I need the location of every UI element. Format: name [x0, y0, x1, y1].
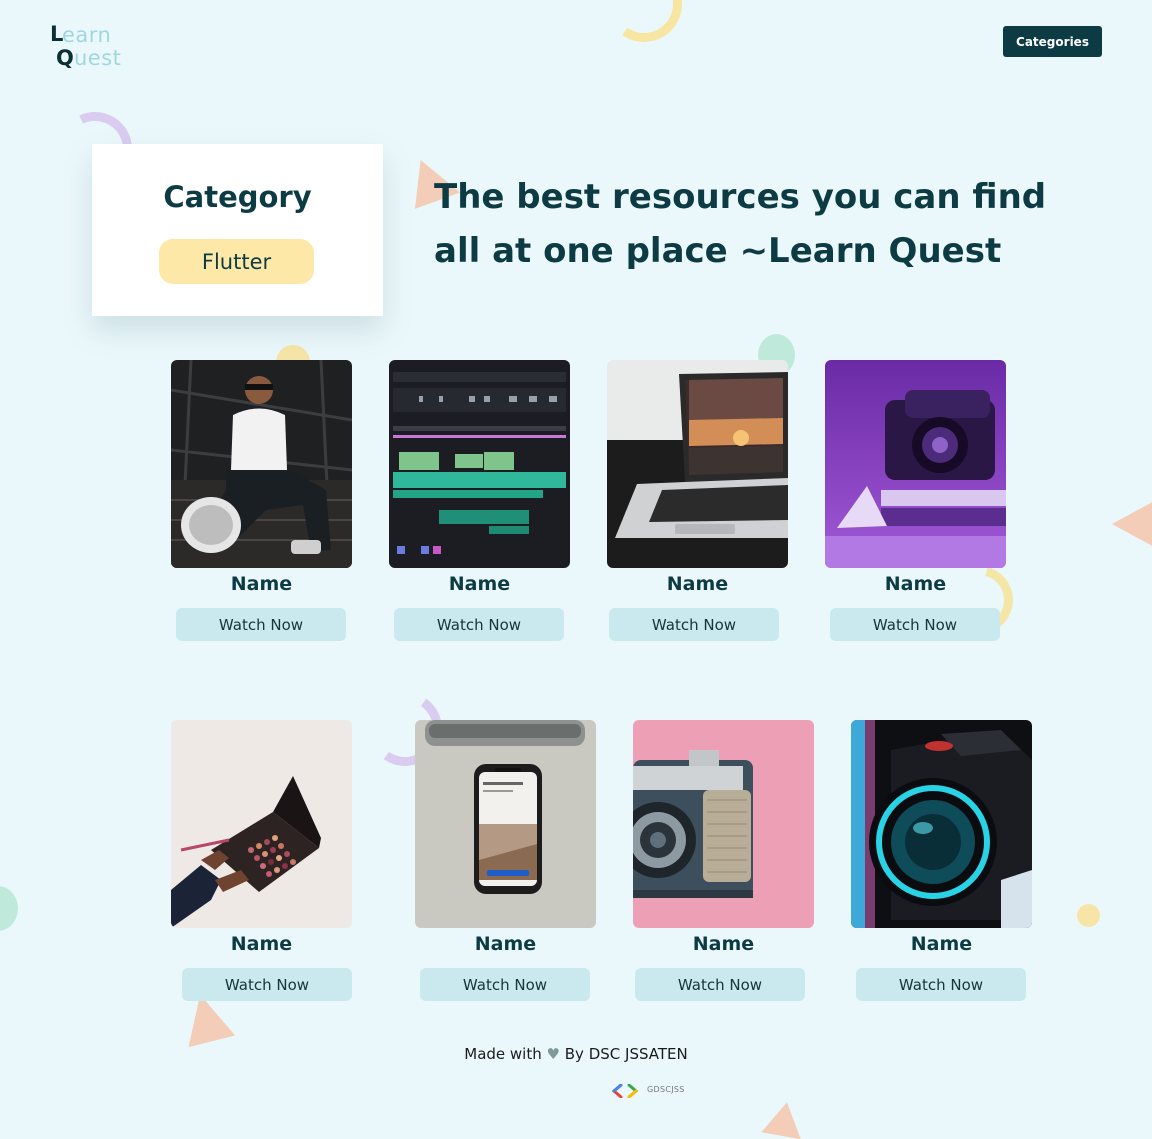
headline: The best resources you can find all at o…: [434, 170, 1074, 278]
resource-thumbnail[interactable]: [171, 720, 352, 928]
resource-name: Name: [230, 573, 293, 595]
resource-card: Name Watch Now: [415, 720, 615, 1005]
headline-line-2: all at one place ~Learn Quest: [434, 231, 1002, 271]
resource-thumbnail[interactable]: [825, 360, 1006, 568]
watch-now-button[interactable]: Watch Now: [856, 968, 1026, 1001]
logo-word-earn: earn: [62, 23, 112, 47]
watch-now-button[interactable]: Watch Now: [182, 968, 352, 1001]
category-chip-flutter[interactable]: Flutter: [159, 239, 314, 284]
resource-name: Name: [448, 573, 511, 595]
resource-thumbnail[interactable]: [633, 720, 814, 928]
resource-thumbnail[interactable]: [851, 720, 1032, 928]
resource-thumbnail[interactable]: [389, 360, 570, 568]
decor-mint-half-circle: [0, 886, 18, 931]
resource-card: Name Watch Now: [171, 720, 371, 1005]
learn-quest-logo[interactable]: L earn Q uest: [50, 22, 140, 74]
categories-button[interactable]: Categories: [1003, 26, 1102, 57]
watch-now-button[interactable]: Watch Now: [830, 608, 1000, 641]
resource-card: Name Watch Now: [825, 360, 1025, 645]
resource-name: Name: [230, 933, 293, 955]
logo-word-uest: uest: [74, 46, 122, 70]
gdsc-logo[interactable]: GDSCJSS: [612, 1082, 702, 1100]
watch-now-button[interactable]: Watch Now: [176, 608, 346, 641]
watch-now-button[interactable]: Watch Now: [420, 968, 590, 1001]
resource-name: Name: [692, 933, 755, 955]
resource-card: Name Watch Now: [171, 360, 371, 645]
decor-yellow-arc-top: [599, 0, 689, 49]
decor-peach-triangle-right: [1112, 500, 1152, 548]
resource-card: Name Watch Now: [607, 360, 807, 645]
gdsc-label: GDSCJSS: [647, 1085, 685, 1094]
heart-icon: ♥: [546, 1045, 560, 1063]
footer-by: By DSC JSSATEN: [564, 1045, 688, 1063]
resource-card: Name Watch Now: [851, 720, 1051, 1005]
resource-name: Name: [910, 933, 973, 955]
resource-thumbnail[interactable]: [171, 360, 352, 568]
category-title: Category: [163, 180, 312, 214]
headline-line-1: The best resources you can find: [434, 177, 1047, 217]
resource-name: Name: [666, 573, 729, 595]
resource-card: Name Watch Now: [633, 720, 833, 1005]
watch-now-button[interactable]: Watch Now: [609, 608, 779, 641]
watch-now-button[interactable]: Watch Now: [635, 968, 805, 1001]
resource-card: Name Watch Now: [389, 360, 589, 645]
resource-thumbnail[interactable]: [415, 720, 596, 928]
resource-name: Name: [884, 573, 947, 595]
gdsc-brackets-icon: [612, 1084, 639, 1098]
footer-made-with: Made with: [464, 1045, 542, 1063]
decor-yellow-dot-right: [1077, 904, 1100, 927]
watch-now-button[interactable]: Watch Now: [394, 608, 564, 641]
category-card: Category Flutter: [92, 144, 383, 316]
resource-name: Name: [474, 933, 537, 955]
resource-thumbnail[interactable]: [607, 360, 788, 568]
footer-credit: Made with ♥ By DSC JSSATEN: [0, 1045, 1152, 1063]
logo-letter-q: Q: [56, 46, 74, 70]
